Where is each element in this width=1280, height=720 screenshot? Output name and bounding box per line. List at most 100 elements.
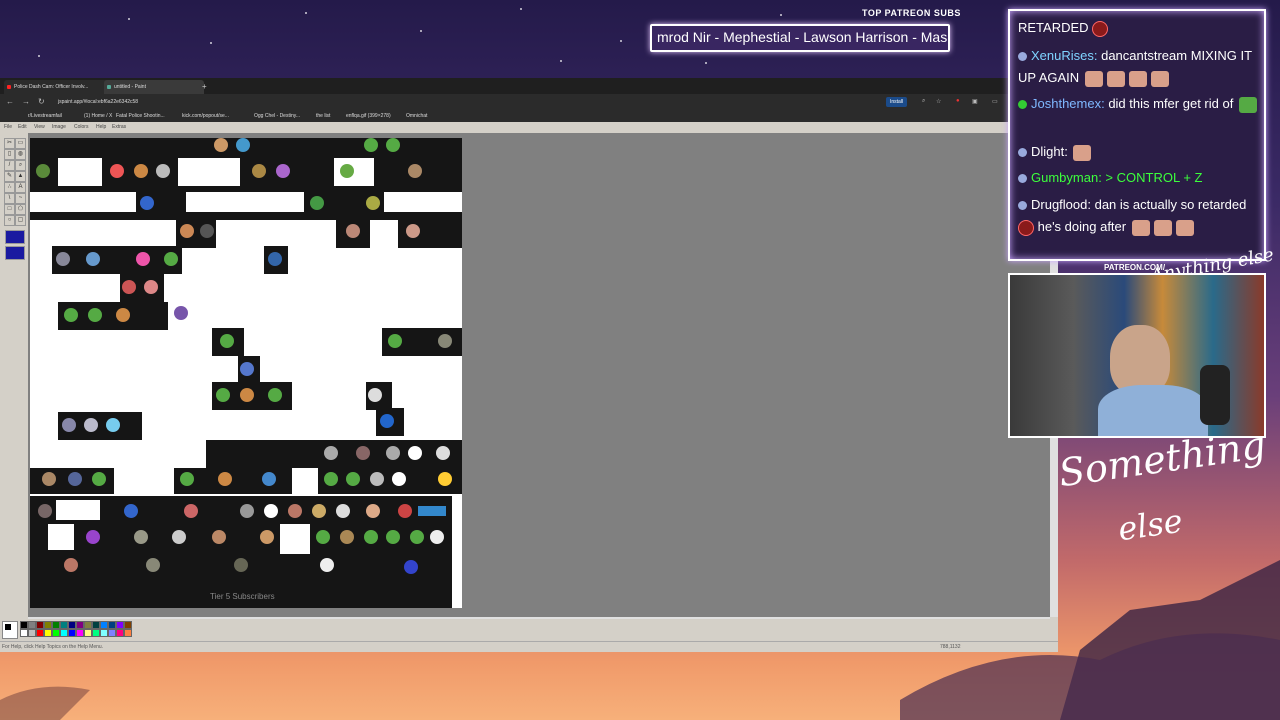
new-tab-button[interactable]: +: [202, 80, 208, 94]
color-swatch[interactable]: [116, 621, 124, 629]
chat-message: Joshthemex: did this mfer get rid of: [1018, 93, 1262, 115]
chat-message: Drugflood: dan is actually so retarded h…: [1018, 194, 1262, 238]
extensions-puzzle-icon[interactable]: ▣: [972, 98, 978, 105]
color-swatch[interactable]: [100, 621, 108, 629]
color-swatch[interactable]: [76, 621, 84, 629]
airbrush-tool[interactable]: ∴: [4, 182, 15, 193]
address-bar: ← → ↻ jspaint.app/#local:ebf6a22e6342c58…: [0, 94, 1058, 110]
chat-text: dan is actually so retarded: [1090, 197, 1247, 212]
menu-help[interactable]: Help: [96, 124, 106, 130]
color-swatch[interactable]: [36, 621, 44, 629]
url-field[interactable]: jspaint.app/#local:ebf6a22e6342c58: [58, 97, 878, 107]
star-icon[interactable]: ☆: [936, 98, 941, 105]
color-swatch[interactable]: [92, 621, 100, 629]
color-swatch[interactable]: [68, 621, 76, 629]
color-swatch[interactable]: [60, 621, 68, 629]
magnifier-tool[interactable]: ⌕: [15, 160, 26, 171]
color-swatch[interactable]: [68, 629, 76, 637]
color-swatch[interactable]: [84, 629, 92, 637]
badge-icon: [1018, 201, 1027, 211]
rounded-rect-tool[interactable]: ▢: [15, 215, 26, 226]
menu-edit[interactable]: Edit: [18, 124, 27, 130]
menu-image[interactable]: Image: [52, 124, 66, 130]
chat-username: Gumbyman:: [1031, 170, 1102, 185]
color-swatch[interactable]: [20, 621, 28, 629]
brush-tool[interactable]: ▲: [15, 171, 26, 182]
color-swatch[interactable]: [108, 621, 116, 629]
sidepanel-icon[interactable]: ▭: [992, 98, 998, 105]
emote: [1153, 219, 1172, 236]
eraser-tool[interactable]: ▯: [4, 149, 15, 160]
color-swatch[interactable]: [84, 621, 92, 629]
color-swatch[interactable]: [20, 629, 28, 637]
select-tool[interactable]: ▭: [15, 138, 26, 149]
badge-icon: [1018, 174, 1027, 184]
bookmark-item[interactable]: (1) Home / X: [84, 112, 112, 120]
menu-colors[interactable]: Colors: [74, 124, 88, 130]
picker-tool[interactable]: /: [4, 160, 15, 171]
color-swatch[interactable]: [52, 621, 60, 629]
tab-paint[interactable]: untitled - Paint: [104, 80, 204, 94]
logo-else: else: [1115, 501, 1185, 549]
polygon-tool[interactable]: ⬠: [15, 204, 26, 215]
bookmark-item[interactable]: enflqa.gif (399×278): [346, 112, 391, 120]
tab-label: Police Dash Cam: Officer Involv...: [14, 84, 89, 90]
webcam-feed: [1008, 273, 1266, 438]
color-swatch[interactable]: [108, 629, 116, 637]
install-button[interactable]: Install: [886, 97, 908, 107]
chat-text: did this mfer get rid of: [1104, 96, 1234, 111]
extension-icon[interactable]: ●: [956, 98, 960, 104]
bookmark-item[interactable]: kick.com/popout/se...: [182, 112, 229, 120]
cursor-coordinates: 788,1132: [940, 644, 961, 650]
kick-badge-icon: [1018, 100, 1027, 110]
color-swatch[interactable]: [44, 629, 52, 637]
color-swatch[interactable]: [124, 621, 132, 629]
curve-tool[interactable]: ~: [15, 193, 26, 204]
bookmark-item[interactable]: Omnichat: [406, 112, 427, 120]
tool-option-2[interactable]: [5, 246, 25, 260]
emote: [1238, 96, 1257, 113]
color-swatch[interactable]: [60, 629, 68, 637]
bookmark-item[interactable]: the list: [316, 112, 330, 120]
reload-icon[interactable]: ↻: [38, 97, 45, 106]
color-swatch[interactable]: [52, 629, 60, 637]
bookmark-item[interactable]: Fatal Police Shootin...: [116, 112, 165, 120]
color-swatch[interactable]: [28, 629, 36, 637]
rectangle-tool[interactable]: □: [4, 204, 15, 215]
color-swatch[interactable]: [76, 629, 84, 637]
color-swatch[interactable]: [124, 629, 132, 637]
youtube-icon: [7, 85, 11, 89]
menu-file[interactable]: File: [4, 124, 12, 130]
menu-extras[interactable]: Extras: [112, 124, 126, 130]
free-select-tool[interactable]: ✂: [4, 138, 15, 149]
browser-window: Police Dash Cam: Officer Involv... untit…: [0, 78, 1058, 652]
line-tool[interactable]: \: [4, 193, 15, 204]
color-swatch[interactable]: [116, 629, 124, 637]
bookmark-item[interactable]: Ogg Chel - Destiny...: [254, 112, 300, 120]
paint-toolbox: ✂ ▭ ▯ ◍ / ⌕ ✎ ▲ ∴ A \ ~ □ ⬠ ○ ▢: [2, 136, 26, 272]
tool-option-1[interactable]: [5, 230, 25, 244]
current-colors[interactable]: [2, 621, 18, 639]
tab-police-dashcam[interactable]: Police Dash Cam: Officer Involv...: [4, 80, 110, 94]
color-swatch[interactable]: [36, 629, 44, 637]
text-tool[interactable]: A: [15, 182, 26, 193]
color-swatch[interactable]: [100, 629, 108, 637]
color-swatch[interactable]: [44, 621, 52, 629]
emote: [1073, 144, 1092, 161]
color-swatch[interactable]: [28, 621, 36, 629]
chat-username: Joshthemex:: [1031, 96, 1105, 111]
paint-canvas[interactable]: Tier 5 Subscribers: [30, 138, 462, 608]
fill-tool[interactable]: ◍: [15, 149, 26, 160]
pencil-tool[interactable]: ✎: [4, 171, 15, 182]
ellipse-tool[interactable]: ○: [4, 215, 15, 226]
back-icon[interactable]: ←: [6, 97, 14, 106]
bookmark-item[interactable]: r/Livestreamfail: [28, 112, 62, 120]
stream-chat: RETARDED XenuRises: dancantstream MIXING…: [1008, 9, 1266, 261]
patreon-ticker-text: mrod Nir - Mephestial - Lawson Harrison …: [657, 29, 948, 45]
color-swatch[interactable]: [92, 629, 100, 637]
menu-view[interactable]: View: [34, 124, 45, 130]
forward-icon[interactable]: →: [22, 97, 30, 106]
zoom-icon[interactable]: ⌕: [922, 98, 925, 105]
emote: [1092, 20, 1109, 37]
emote: [1150, 70, 1169, 87]
